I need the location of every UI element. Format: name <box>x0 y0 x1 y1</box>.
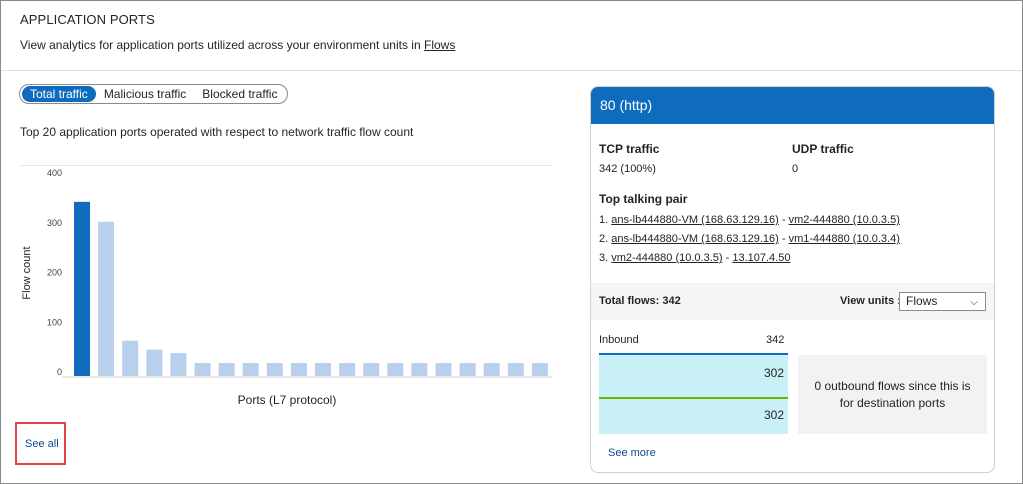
x-axis-label: Ports (L7 protocol) <box>238 393 337 407</box>
chart-bar[interactable] <box>122 340 139 376</box>
chart-bar[interactable] <box>74 201 90 376</box>
pair-2-source-link[interactable]: ans-lb444880-VM (168.63.129.16) <box>611 233 779 245</box>
tab-malicious-traffic[interactable]: Malicious traffic <box>96 86 194 102</box>
y-tick-label: 300 <box>47 218 62 228</box>
chart-description: Top 20 application ports operated with r… <box>20 125 414 139</box>
tcp-traffic-value: 342 (100%) <box>599 163 656 175</box>
see-all-link[interactable]: See all <box>25 438 59 450</box>
subtitle-text: View analytics for application ports uti… <box>20 38 424 52</box>
talking-pair-1: 1. ans-lb444880-VM (168.63.129.16) - vm2… <box>599 214 900 226</box>
tab-blocked-traffic[interactable]: Blocked traffic <box>194 86 285 102</box>
pair-1-dest-link[interactable]: vm2-444880 (10.0.3.5) <box>789 214 900 226</box>
chart-bar[interactable] <box>387 363 404 376</box>
pair-3-source-link[interactable]: vm2-444880 (10.0.3.5) <box>611 252 722 264</box>
chart-bar[interactable] <box>339 363 356 376</box>
chart-bar[interactable] <box>363 363 380 376</box>
inbound-label: Inbound <box>599 334 639 346</box>
pair-2-dest-link[interactable]: vm1-444880 (10.0.3.4) <box>789 233 900 245</box>
page-subtitle: View analytics for application ports uti… <box>20 38 455 52</box>
view-units-label: View units : <box>840 295 901 307</box>
y-tick-label: 100 <box>47 317 62 327</box>
pair-3-dest-link[interactable]: 13.107.4.50 <box>732 252 790 264</box>
traffic-filter-toggle: Total traffic Malicious traffic Blocked … <box>19 84 289 104</box>
top-talking-pair-label: Top talking pair <box>599 192 688 206</box>
page-header: APPLICATION PORTS View analytics for app… <box>1 1 1022 71</box>
y-tick-label: 400 <box>47 168 62 178</box>
chart-bar[interactable] <box>98 221 115 376</box>
outbound-message: 0 outbound flows since this is for desti… <box>798 355 987 434</box>
chart-bar[interactable] <box>218 363 235 376</box>
chart-bar[interactable] <box>435 363 452 376</box>
inbound-segment-2: 302 <box>599 399 788 434</box>
flows-link[interactable]: Flows <box>424 38 455 52</box>
page-title: APPLICATION PORTS <box>20 12 155 27</box>
y-tick-label: 200 <box>47 268 62 278</box>
chart-bar[interactable] <box>194 363 211 376</box>
talking-pair-3: 3. vm2-444880 (10.0.3.5) - 13.107.4.50 <box>599 252 791 264</box>
card-title: 80 (http) <box>591 87 994 124</box>
tcp-traffic-label: TCP traffic <box>599 142 660 156</box>
chart-bar[interactable] <box>266 363 283 376</box>
ports-bar-chart: 0 100 200 300 400 Flow count Ports (L7 proto… <box>21 168 552 407</box>
chevron-down-icon: ⌵ <box>970 297 978 308</box>
totals-bar: Total flows: 342 View units : Flows ⌵ <box>591 283 994 320</box>
chart-bar[interactable] <box>411 363 428 376</box>
y-tick-label: 0 <box>57 367 62 377</box>
chart-bar[interactable] <box>242 363 259 376</box>
chart-bar[interactable] <box>170 353 187 376</box>
chart-bar[interactable] <box>315 363 331 376</box>
chart-bar[interactable] <box>290 363 307 376</box>
tab-total-traffic[interactable]: Total traffic <box>22 86 96 102</box>
talking-pair-2: 2. ans-lb444880-VM (168.63.129.16) - vm1… <box>599 233 900 245</box>
y-axis-label: Flow count <box>21 246 33 299</box>
inbound-segment-1: 302 <box>599 355 788 397</box>
chart-bar[interactable] <box>483 363 500 376</box>
chart-bar[interactable] <box>531 363 548 376</box>
port-detail-card: 80 (http) TCP traffic 342 (100%) UDP tra… <box>590 86 995 473</box>
total-flows: Total flows: 342 <box>599 295 681 307</box>
chart-bar[interactable] <box>146 349 163 376</box>
see-more-link[interactable]: See more <box>608 447 656 459</box>
inbound-value: 342 <box>766 334 785 346</box>
udp-traffic-label: UDP traffic <box>792 142 854 156</box>
view-units-dropdown[interactable]: Flows ⌵ <box>899 292 986 311</box>
chart-bar[interactable] <box>459 363 476 376</box>
pair-1-source-link[interactable]: ans-lb444880-VM (168.63.129.16) <box>611 214 779 226</box>
chart-bar[interactable] <box>507 363 524 376</box>
udp-traffic-value: 0 <box>792 163 799 175</box>
